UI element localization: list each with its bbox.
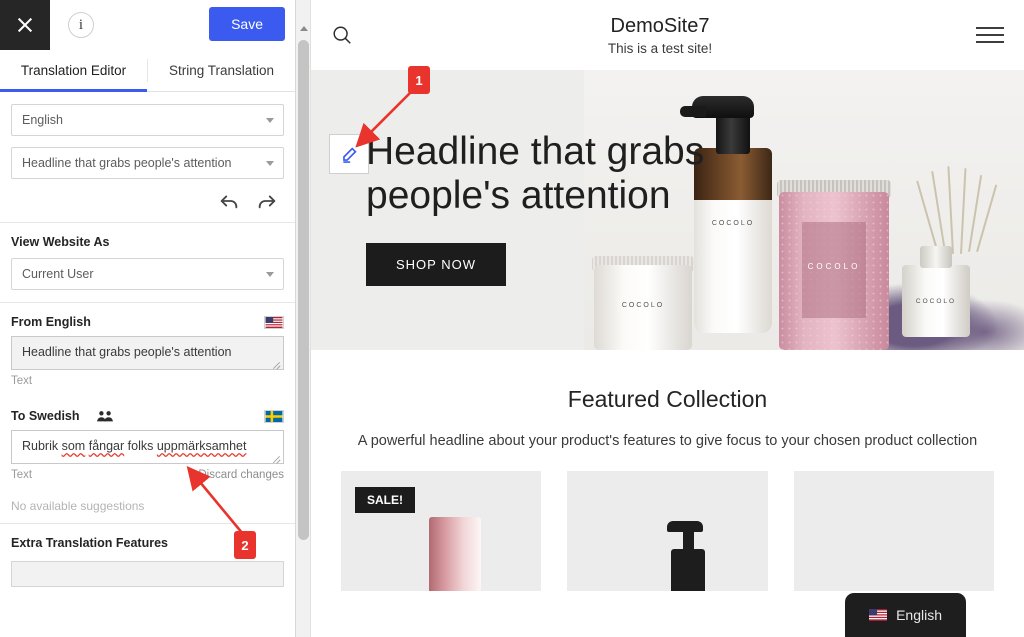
sale-badge: SALE! xyxy=(355,487,415,513)
site-title: DemoSite7 xyxy=(610,14,710,37)
small-jar-brand-label: COCOLO xyxy=(621,302,665,309)
reed-stick xyxy=(960,168,967,255)
save-button[interactable]: Save xyxy=(209,7,285,41)
source-text-wrapper: Headline that grabs people's attention xyxy=(11,336,284,370)
discard-changes-button[interactable]: Discard changes xyxy=(198,469,284,481)
string-select[interactable]: Headline that grabs people's attention xyxy=(11,147,284,179)
diffuser-brand-label: COCOLO xyxy=(915,298,957,305)
featured-collection-subtitle: A powerful headline about your product's… xyxy=(357,433,978,449)
tab-string-translation[interactable]: String Translation xyxy=(148,50,295,91)
undo-icon[interactable] xyxy=(218,190,240,212)
view-website-as-value: Current User xyxy=(22,267,94,281)
tab-translation-editor-label: Translation Editor xyxy=(20,63,127,78)
target-word: Rubrik xyxy=(22,439,59,453)
reed-stick xyxy=(947,166,954,255)
undo-redo-row xyxy=(11,190,284,212)
selection-section: English Headline that grabs people's att… xyxy=(0,92,295,223)
view-website-as-label: View Website As xyxy=(11,235,110,249)
reed-stick xyxy=(976,184,998,253)
annotation-badge-1: 1 xyxy=(408,66,430,94)
chevron-down-icon xyxy=(266,118,274,123)
translation-pair-section: From English Headline that grabs people'… xyxy=(0,303,295,524)
source-language-header: From English xyxy=(11,315,284,329)
se-flag-icon xyxy=(264,409,284,423)
scroll-up-arrow-icon[interactable] xyxy=(300,26,308,31)
tab-string-translation-label: String Translation xyxy=(168,63,275,78)
site-branding: DemoSite7 This is a test site! xyxy=(296,15,1024,56)
extra-features-input[interactable] xyxy=(11,561,284,587)
burger-line xyxy=(976,41,1004,43)
view-website-as-select[interactable]: Current User xyxy=(11,258,284,290)
sidebar-tabs: Translation Editor String Translation xyxy=(0,50,295,92)
close-button[interactable] xyxy=(0,0,50,50)
hamburger-menu-icon[interactable] xyxy=(976,22,1004,48)
hero-banner: COCOLO COCOLO COCOLO COCOLO Headline tha… xyxy=(311,70,1024,350)
from-language-label: From English xyxy=(11,315,91,329)
info-icon[interactable]: i xyxy=(68,12,94,38)
us-flag-icon xyxy=(264,315,284,329)
language-switcher-label: English xyxy=(896,607,942,623)
translation-editor-screen: i Save Translation Editor String Transla… xyxy=(0,0,1024,637)
target-word: uppmärksamhet xyxy=(156,439,247,453)
language-select-value: English xyxy=(22,113,63,127)
site-preview: DemoSite7 This is a test site! COCOLO CO… xyxy=(296,0,1024,637)
product-image xyxy=(429,517,481,591)
language-switcher[interactable]: English xyxy=(845,593,966,637)
source-meta-row: Text xyxy=(11,375,284,387)
diffuser-neck xyxy=(920,246,952,268)
preview-scrollbar[interactable] xyxy=(296,0,311,637)
close-icon xyxy=(16,16,34,34)
annotation-badge-2: 2 xyxy=(234,531,256,559)
to-language-label: To Swedish xyxy=(11,409,80,423)
source-type-label: Text xyxy=(11,375,33,387)
view-website-as-section: View Website As Current User xyxy=(0,223,295,303)
string-select-value: Headline that grabs people's attention xyxy=(22,156,232,170)
product-image-part xyxy=(671,549,706,591)
pencil-edit-icon xyxy=(342,146,357,163)
site-header: DemoSite7 This is a test site! xyxy=(296,0,1024,70)
featured-collection-title: Featured Collection xyxy=(567,386,768,412)
product-card[interactable] xyxy=(793,471,994,591)
pump-spout xyxy=(680,106,706,117)
swedish-translation-field[interactable]: Rubrik som fångar folks uppmärksamhet xyxy=(11,430,284,464)
tab-translation-editor[interactable]: Translation Editor xyxy=(0,50,147,92)
search-icon[interactable] xyxy=(331,24,353,46)
target-word: fångar xyxy=(88,439,125,453)
shop-now-button[interactable]: SHOP NOW xyxy=(366,243,506,287)
target-type-label: Text xyxy=(11,469,33,481)
people-icon[interactable] xyxy=(96,409,114,423)
product-card[interactable] xyxy=(567,471,768,591)
edit-pencil-button[interactable] xyxy=(329,134,369,174)
target-word: folks xyxy=(127,439,154,453)
target-meta-row: Text Discard changes xyxy=(11,469,284,481)
scrollbar-thumb[interactable] xyxy=(298,40,309,540)
featured-collection-section: Featured Collection A powerful headline … xyxy=(296,350,1024,449)
site-tagline: This is a test site! xyxy=(607,40,713,56)
burger-line xyxy=(976,27,1004,29)
product-card[interactable]: SALE! xyxy=(341,471,542,591)
us-flag-icon xyxy=(869,609,888,621)
language-select[interactable]: English xyxy=(11,104,284,136)
sidebar-topbar: i Save xyxy=(0,0,295,50)
chevron-down-icon xyxy=(266,161,274,166)
burger-line xyxy=(976,34,1004,36)
target-word: som xyxy=(61,439,86,453)
hero-content: Headline that grabs people's attention S… xyxy=(366,130,796,287)
chevron-down-icon xyxy=(266,272,274,277)
product-card-grid: SALE! xyxy=(296,449,1024,591)
source-text-field[interactable]: Headline that grabs people's attention xyxy=(11,336,284,370)
target-language-header: To Swedish xyxy=(11,409,284,423)
no-suggestions-text: No available suggestions xyxy=(11,499,145,513)
redo-icon[interactable] xyxy=(256,190,278,212)
target-text-wrapper: Rubrik som fångar folks uppmärksamhet xyxy=(11,430,284,464)
hero-headline: Headline that grabs people's attention xyxy=(366,130,705,217)
